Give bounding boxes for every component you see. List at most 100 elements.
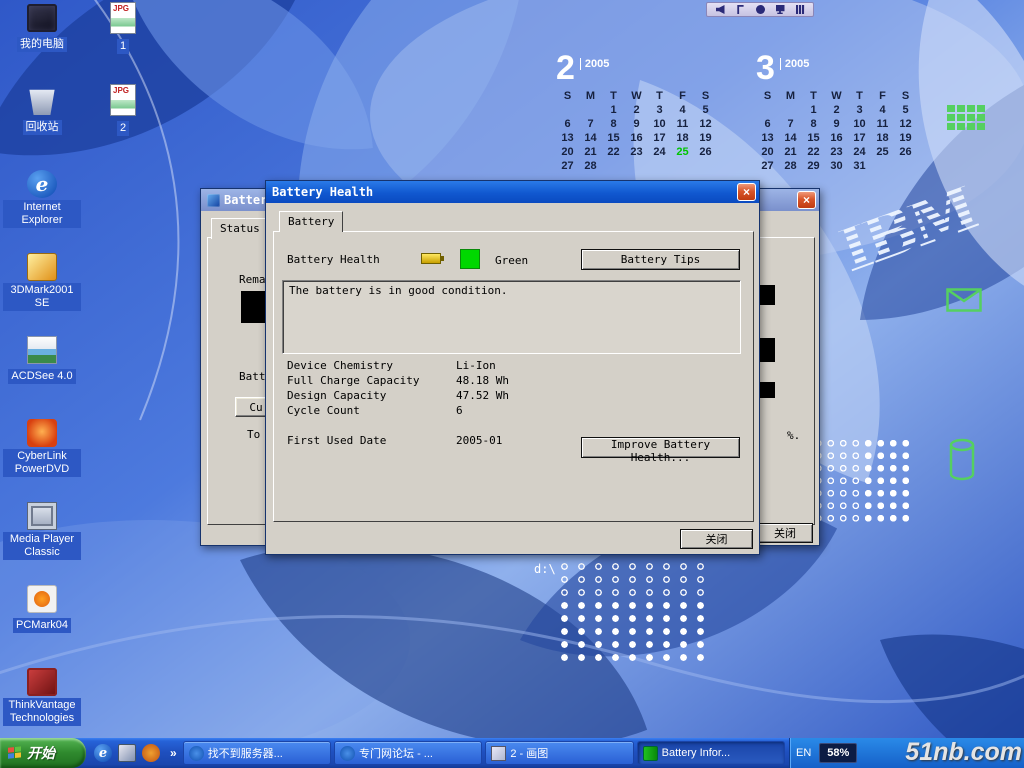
- calendar-day: [625, 159, 648, 173]
- calendar-day: 18: [671, 131, 694, 145]
- desktop-icon[interactable]: 3DMark2001 SE: [2, 253, 82, 334]
- calendar-march: 3 2005 SMTWTFS 1234567891011121314151617…: [756, 52, 917, 173]
- calendar-dow: T: [648, 89, 671, 103]
- tab-status[interactable]: Status: [211, 218, 269, 239]
- calendar-day: 5: [694, 103, 717, 117]
- calendar-day: 3: [848, 103, 871, 117]
- osd-brightness-icon: [756, 5, 765, 14]
- desktop-icon-label: ThinkVantage Technologies: [3, 698, 81, 726]
- battery-health-dialog: Battery Health × Battery Battery Health …: [265, 180, 760, 555]
- close-icon[interactable]: ×: [797, 191, 816, 209]
- calendar-day: 25: [871, 145, 894, 159]
- start-button[interactable]: 开始: [0, 738, 86, 768]
- desktop-icon[interactable]: ThinkVantage Technologies: [2, 668, 82, 749]
- battery-percent-indicator[interactable]: 58%: [819, 743, 857, 763]
- battery-icon: [421, 253, 441, 264]
- calendar-dow: W: [825, 89, 848, 103]
- calendar-day: 28: [579, 159, 602, 173]
- desktop-icon-column: 我的电脑 回收站 e Internet Explorer 3DMark2001 …: [2, 2, 82, 749]
- task-label: Battery Infor...: [662, 747, 779, 759]
- wallpaper-envelope-icon: [946, 288, 982, 312]
- field-label: Device Chemistry: [287, 359, 456, 372]
- desktop-icon-jpg[interactable]: JPG 2: [96, 84, 150, 164]
- taskbar-task-button[interactable]: 2 - 画图: [485, 741, 633, 765]
- desktop-icon-image: [27, 87, 57, 115]
- health-value: Green: [495, 254, 528, 267]
- jpg-file-icon: JPG: [110, 84, 136, 116]
- desktop-icon[interactable]: Media Player Classic: [2, 502, 82, 583]
- battery-information-window-icon: [207, 194, 220, 207]
- quick-launch-icon[interactable]: [118, 744, 136, 762]
- calendar-dow: T: [848, 89, 871, 103]
- calendar-day: 29: [802, 159, 825, 173]
- osd-keyboard-icon: [796, 5, 805, 14]
- calendar-day: 7: [779, 117, 802, 131]
- calendar-dow: S: [694, 89, 717, 103]
- calendar-day: 20: [556, 145, 579, 159]
- close-button[interactable]: 关闭: [757, 523, 813, 543]
- taskbar-task-button[interactable]: 找不到服务器...: [183, 741, 331, 765]
- calendar-day: 9: [825, 117, 848, 131]
- percent-fragment: %.: [787, 429, 800, 442]
- calendar-day: 9: [625, 117, 648, 131]
- desktop-icon[interactable]: CyberLink PowerDVD: [2, 419, 82, 500]
- task-icon: [491, 746, 506, 761]
- taskbar: 开始 e » 找不到服务器... 专门网论坛 - ...: [0, 738, 1024, 768]
- field-row: Design Capacity47.52 Wh: [287, 389, 687, 404]
- calendar-day: 7: [579, 117, 602, 131]
- quick-launch-overflow-chevron[interactable]: »: [168, 746, 179, 760]
- tab-battery[interactable]: Battery: [279, 211, 343, 232]
- field-row: Device ChemistryLi-Ion: [287, 359, 687, 374]
- quick-launch-icon[interactable]: [142, 744, 160, 762]
- field-row: Cycle Count6: [287, 404, 687, 419]
- field-label: Full Charge Capacity: [287, 374, 456, 387]
- desktop: IBM 2 2005 SMTWTFS 123456789101112131415…: [0, 0, 1024, 768]
- title-bar[interactable]: Battery Health ×: [266, 181, 759, 203]
- calendar-day: 12: [694, 117, 717, 131]
- condition-textbox[interactable]: The battery is in good condition.: [282, 280, 741, 354]
- field-value: 2005-01: [456, 434, 502, 447]
- close-button[interactable]: 关闭: [680, 529, 753, 549]
- task-button-area: 找不到服务器... 专门网论坛 - ... 2 - 画图 Battery Inf…: [179, 741, 789, 765]
- desktop-icon[interactable]: e Internet Explorer: [2, 170, 82, 251]
- field-value: 48.18 Wh: [456, 374, 509, 387]
- desktop-icon-label: 1: [117, 39, 129, 54]
- wallpaper-drive-label: d:\: [534, 562, 556, 576]
- calendar-day: 26: [694, 145, 717, 159]
- calendar-day: 18: [871, 131, 894, 145]
- wallpaper-cylinder-icon: [948, 438, 976, 482]
- desktop-icon[interactable]: ACDSee 4.0: [2, 336, 82, 417]
- calendar-day: 12: [894, 117, 917, 131]
- calendar-day: 21: [579, 145, 602, 159]
- calendar-days: 1234567891011121314151617181920212223242…: [756, 103, 917, 173]
- calendar-day: 8: [802, 117, 825, 131]
- desktop-icon-jpg[interactable]: JPG 1: [96, 2, 150, 82]
- watermark: 51nb.com: [905, 738, 1022, 767]
- calendar-day: 24: [648, 145, 671, 159]
- battery-tips-button[interactable]: Battery Tips: [581, 249, 740, 270]
- desktop-icon-label: PCMark04: [13, 618, 71, 633]
- calendar-day: 17: [848, 131, 871, 145]
- quick-launch-icon[interactable]: e: [94, 744, 112, 762]
- desktop-icon[interactable]: 我的电脑: [2, 4, 82, 85]
- desktop-icon[interactable]: PCMark04: [2, 585, 82, 666]
- desktop-icon-image: [27, 4, 57, 32]
- improve-battery-health-button[interactable]: Improve Battery Health...: [581, 437, 740, 458]
- close-icon[interactable]: ×: [737, 183, 756, 201]
- desktop-icon-image: [27, 585, 57, 613]
- desktop-icon-image: [27, 419, 57, 447]
- osd-display-icon: [776, 5, 785, 14]
- calendar-day: 19: [694, 131, 717, 145]
- taskbar-task-button[interactable]: Battery Infor...: [637, 741, 785, 765]
- calendar-dow: S: [756, 89, 779, 103]
- osd-speaker-icon: [716, 5, 725, 14]
- language-indicator[interactable]: EN: [796, 747, 811, 759]
- desktop-icon[interactable]: 回收站: [2, 87, 82, 168]
- desktop-icon-image: [27, 668, 57, 696]
- calendar-day: [579, 103, 602, 117]
- taskbar-task-button[interactable]: 专门网论坛 - ...: [334, 741, 482, 765]
- desktop-icon-image: [27, 253, 57, 281]
- calendar-day: 10: [848, 117, 871, 131]
- calendar-dow: F: [671, 89, 694, 103]
- dialog-title: Battery Health: [272, 185, 737, 199]
